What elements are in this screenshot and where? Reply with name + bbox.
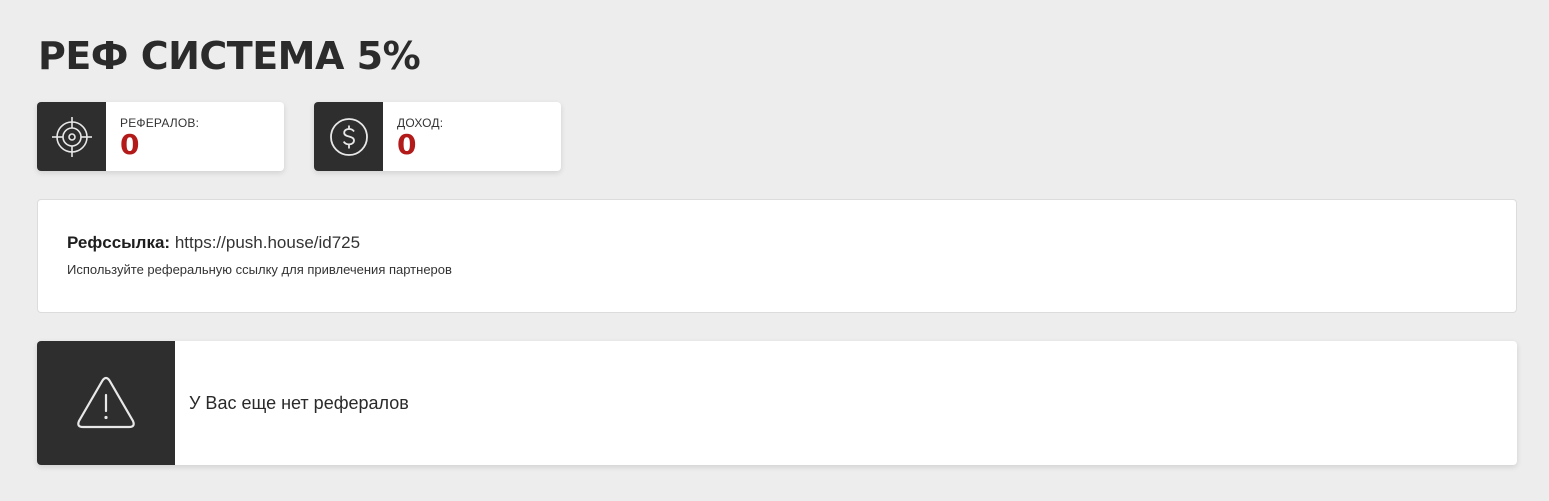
- alert-icon-box: [37, 341, 175, 465]
- referral-page: РЕФ СИСТЕМА 5% РЕФЕРАЛОВ: 0 ДОХОД: 0 Реф…: [0, 0, 1549, 501]
- warning-icon: [77, 376, 135, 429]
- referrals-value: 0: [120, 128, 140, 161]
- referral-link-hint: Используйте реферальную ссылку для привл…: [67, 262, 452, 277]
- target-icon: [51, 116, 92, 157]
- dollar-coin-icon: [329, 117, 368, 156]
- income-stat-card: ДОХОД: 0: [314, 102, 561, 171]
- referral-link-label: Рефссылка:: [67, 233, 171, 252]
- page-title: РЕФ СИСТЕМА 5%: [38, 34, 421, 78]
- referral-link-url[interactable]: https://push.house/id725: [175, 233, 360, 252]
- income-value: 0: [397, 128, 417, 161]
- referral-link-box: Рефссылка: https://push.house/id725 Испо…: [37, 199, 1517, 313]
- referrals-icon-box: [37, 102, 106, 171]
- alert-message: У Вас еще нет рефералов: [189, 392, 409, 413]
- referral-link-line: Рефссылка: https://push.house/id725: [67, 232, 1516, 254]
- referrals-stat-card: РЕФЕРАЛОВ: 0: [37, 102, 284, 171]
- income-icon-box: [314, 102, 383, 171]
- no-referrals-alert: У Вас еще нет рефералов: [37, 341, 1517, 465]
